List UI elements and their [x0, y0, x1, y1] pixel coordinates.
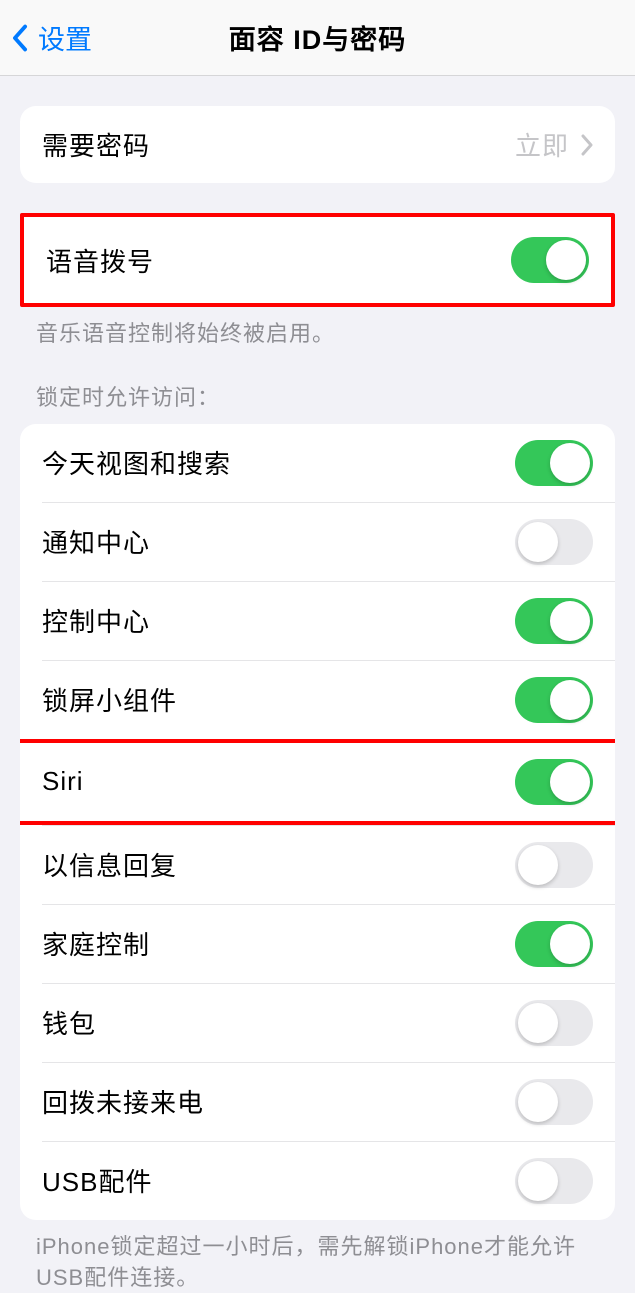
lock-access-toggle[interactable]	[515, 921, 593, 967]
require-passcode-value: 立即	[515, 126, 569, 163]
voice-dial-row: 语音拨号	[24, 217, 611, 303]
back-button[interactable]: 设置	[12, 18, 92, 57]
lock-access-row: 回拨未接来电	[20, 1063, 615, 1141]
lock-access-toggle[interactable]	[515, 440, 593, 486]
lock-access-row: USB配件	[20, 1142, 615, 1220]
lock-access-toggle[interactable]	[515, 1158, 593, 1204]
lock-access-toggle[interactable]	[515, 677, 593, 723]
lock-access-label: 回拨未接来电	[42, 1083, 204, 1120]
lock-access-row: 家庭控制	[20, 905, 615, 983]
passcode-group: 需要密码 立即	[20, 106, 615, 183]
lock-access-label: 锁屏小组件	[42, 681, 177, 718]
lock-access-toggle[interactable]	[515, 519, 593, 565]
lock-access-group: 今天视图和搜索通知中心控制中心锁屏小组件 Siri 以信息回复家庭控制钱包回拨未接来…	[20, 424, 615, 1220]
lock-access-label: USB配件	[42, 1162, 152, 1199]
lock-access-toggle[interactable]	[515, 598, 593, 644]
voice-dial-toggle[interactable]	[511, 237, 589, 283]
lock-access-row: 以信息回复	[20, 826, 615, 904]
lock-access-label: 控制中心	[42, 602, 150, 639]
lock-access-row: 通知中心	[20, 503, 615, 581]
lock-access-toggle[interactable]	[515, 759, 593, 805]
voice-dial-label: 语音拨号	[46, 242, 154, 279]
lock-access-row: Siri	[20, 739, 615, 825]
back-label: 设置	[38, 18, 92, 57]
lock-access-label: 钱包	[42, 1004, 96, 1041]
page-title: 面容 ID与密码	[229, 18, 407, 57]
voice-dial-footer: 音乐语音控制将始终被启用。	[0, 307, 635, 350]
lock-access-footer: iPhone锁定超过一小时后，需先解锁iPhone才能允许USB配件连接。	[0, 1220, 635, 1293]
voice-dial-group: 语音拨号	[20, 213, 615, 307]
lock-access-label: Siri	[42, 766, 84, 797]
lock-access-row: 钱包	[20, 984, 615, 1062]
require-passcode-label: 需要密码	[42, 126, 150, 163]
lock-access-header: 锁定时允许访问：	[0, 350, 635, 424]
lock-access-row: 今天视图和搜索	[20, 424, 615, 502]
lock-access-label: 以信息回复	[42, 846, 177, 883]
lock-access-row: 控制中心	[20, 582, 615, 660]
lock-access-toggle[interactable]	[515, 842, 593, 888]
lock-access-label: 家庭控制	[42, 925, 150, 962]
lock-access-row: 锁屏小组件	[20, 661, 615, 739]
chevron-left-icon	[12, 24, 28, 52]
chevron-right-icon	[581, 134, 593, 156]
lock-access-toggle[interactable]	[515, 1000, 593, 1046]
lock-access-label: 今天视图和搜索	[42, 444, 231, 481]
lock-access-toggle[interactable]	[515, 1079, 593, 1125]
navbar: 设置 面容 ID与密码	[0, 0, 635, 76]
lock-access-label: 通知中心	[42, 523, 150, 560]
require-passcode-row[interactable]: 需要密码 立即	[20, 106, 615, 183]
